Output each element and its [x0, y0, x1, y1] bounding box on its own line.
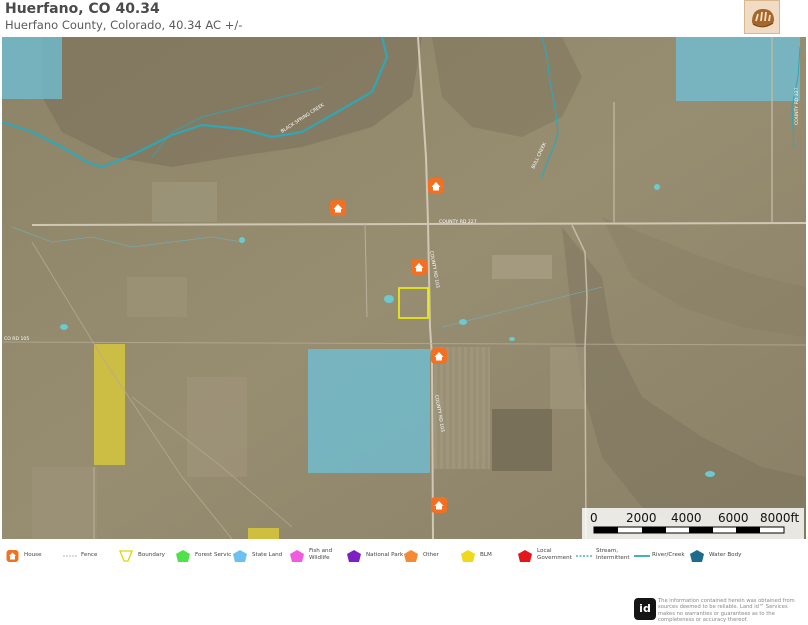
boundary-icon — [119, 547, 133, 562]
legend-label: House — [24, 552, 42, 558]
house-marker[interactable] — [431, 497, 447, 513]
legend-label: State Land — [252, 552, 283, 558]
house-marker[interactable] — [428, 178, 444, 194]
label-county-rd-105: CO RD 105 — [4, 336, 29, 342]
field-4 — [550, 347, 585, 409]
house-marker[interactable] — [411, 259, 427, 275]
legend-label: Other — [423, 552, 439, 558]
legend-label: Fish and Wildlife — [309, 548, 333, 561]
pond-5 — [705, 471, 715, 477]
house-icon — [6, 547, 20, 562]
field-6 — [187, 377, 247, 477]
scale-bar: 0 2000 4000 6000 8000ft — [582, 508, 804, 539]
forest-service-icon — [176, 547, 190, 562]
water-body-icon — [690, 547, 704, 562]
pond-6 — [654, 184, 660, 190]
blm-icon — [461, 547, 475, 562]
river-icon — [633, 547, 650, 559]
header: Huerfano, CO 40.34 Huerfano County, Colo… — [0, 0, 808, 36]
legend-label: Boundary — [138, 552, 165, 558]
legend-label: Fence — [81, 552, 98, 558]
field-1 — [492, 255, 552, 279]
scale-bar-graphic — [593, 526, 785, 534]
pond-2 — [459, 319, 467, 325]
scale-bar-label: 4000 — [671, 511, 702, 525]
state-land-parcel-nw[interactable] — [2, 37, 62, 99]
legend-label: River/Creek — [652, 552, 685, 558]
page-subtitle: Huerfano County, Colorado, 40.34 AC +/- — [5, 18, 243, 32]
house-marker[interactable] — [330, 200, 346, 216]
other-icon — [404, 547, 418, 562]
map-legend: House Fence Boundary Forest Servic State… — [0, 542, 808, 572]
field-2 — [434, 347, 490, 469]
legend-label: Stream, Intermittent — [596, 548, 630, 561]
pond-7 — [509, 337, 515, 341]
land-id-logo: id — [634, 598, 656, 620]
local-government-icon — [518, 547, 532, 562]
fish-wildlife-icon — [290, 547, 304, 562]
field-8 — [32, 467, 97, 539]
label-county-rd-227: COUNTY RD 227 — [439, 219, 477, 225]
state-land-icon — [233, 547, 247, 562]
field-7 — [127, 277, 187, 317]
pond-4 — [60, 324, 68, 330]
house-marker[interactable] — [431, 348, 447, 364]
state-land-parcel-ne[interactable] — [676, 37, 800, 101]
legend-label: Local Government — [537, 548, 572, 561]
legend-label: Water Body — [709, 552, 742, 558]
legend-label: Forest Servic — [195, 552, 232, 558]
fence-icon — [62, 547, 77, 559]
blm-parcel-west[interactable] — [94, 344, 125, 465]
pond-3 — [239, 237, 245, 243]
state-land-parcel-center[interactable] — [308, 349, 430, 473]
aerial-map[interactable]: COUNTY RD 227 COUNTY RD 103 COUNTY RD 10… — [2, 37, 806, 539]
pond-1 — [384, 295, 394, 303]
scale-bar-label: 8000ft — [760, 511, 800, 525]
label-east-road: COUNTY RD 227 — [794, 87, 800, 125]
page-title: Huerfano, CO 40.34 — [5, 1, 160, 17]
disclaimer-text: The information contained herein was obt… — [658, 598, 795, 624]
national-park-icon — [347, 547, 361, 562]
scale-bar-label: 6000 — [718, 511, 749, 525]
legend-label: BLM — [480, 552, 492, 558]
field-3 — [492, 409, 552, 471]
field-5 — [152, 182, 217, 222]
brand-logo — [744, 0, 780, 34]
stream-icon — [575, 547, 592, 559]
blm-parcel-south[interactable] — [248, 528, 279, 539]
legend-label: National Park — [366, 552, 404, 558]
scale-bar-label: 0 — [590, 511, 598, 525]
scale-bar-label: 2000 — [626, 511, 657, 525]
brand-logo-icon — [752, 9, 774, 28]
